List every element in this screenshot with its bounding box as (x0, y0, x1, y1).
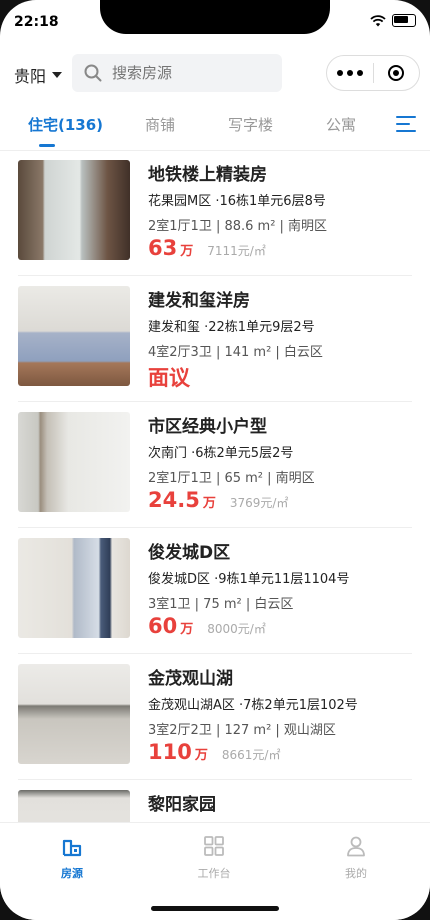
listing-specs: 3室2厅2卫 | 127 m² | 观山湖区 (148, 723, 336, 738)
notch (100, 0, 330, 34)
tab-residential[interactable]: 住宅(136) (28, 114, 103, 135)
tab-shop[interactable]: 商铺 (145, 114, 175, 135)
price-value: 24.5 (148, 488, 200, 512)
miniprogram-capsule (326, 55, 420, 91)
listing-photo (18, 664, 130, 764)
city-label: 贵阳 (14, 67, 47, 86)
listing-item[interactable]: 黎阳家园 (0, 780, 430, 822)
price-unit: 万 (194, 748, 208, 763)
listing-photo (18, 790, 130, 822)
listing-price: 24.5 万 3769元/㎡ (148, 488, 288, 512)
listing-price: 63 万 7111元/㎡ (148, 236, 266, 260)
listing-title: 市区经典小户型 (148, 417, 267, 437)
price-value: 60 (148, 614, 178, 638)
tab-office[interactable]: 写字楼 (228, 114, 273, 135)
price-value: 面议 (148, 366, 190, 390)
listing-photo (18, 538, 130, 638)
house-icon (62, 839, 82, 857)
listing-address: 次南门 ·6栋2单元5层2号 (148, 446, 294, 461)
close-miniprogram-icon[interactable] (373, 65, 419, 81)
status-bar: 22:18 (0, 0, 430, 44)
price-per-sqm: 8000元/㎡ (207, 622, 266, 636)
listing-list: 地铁楼上精装房 花果园M区 ·16栋1单元6层8号 2室1厅1卫 | 88.6 … (0, 150, 430, 822)
listing-address: 金茂观山湖A区 ·7栋2单元1层102号 (148, 698, 358, 713)
search-icon (84, 64, 102, 82)
listing-address: 花果园M区 ·16栋1单元6层8号 (148, 194, 326, 209)
listing-title: 金茂观山湖 (148, 669, 233, 689)
listing-item[interactable]: 俊发城D区 俊发城D区 ·9栋1单元11层1104号 3室1卫 | 75 m² … (0, 528, 430, 654)
active-tab-indicator (39, 144, 55, 147)
home-indicator[interactable] (151, 906, 279, 911)
listing-item[interactable]: 市区经典小户型 次南门 ·6栋2单元5层2号 2室1厅1卫 | 65 m² | … (0, 402, 430, 528)
listing-title: 黎阳家园 (148, 795, 216, 815)
menu-icon[interactable] (396, 116, 416, 134)
tab-apartment[interactable]: 公寓 (326, 114, 356, 135)
listing-price: 110 万 8661元/㎡ (148, 740, 280, 764)
listing-specs: 4室2厅3卫 | 141 m² | 白云区 (148, 345, 323, 360)
more-icon[interactable] (327, 70, 373, 76)
listing-title: 地铁楼上精装房 (148, 165, 267, 185)
listing-photo (18, 160, 130, 260)
status-time: 22:18 (14, 14, 59, 30)
grid-icon (204, 836, 224, 856)
tabbar-workbench[interactable]: 工作台 (184, 835, 244, 881)
wifi-icon (370, 14, 386, 26)
listing-specs: 2室1厅1卫 | 88.6 m² | 南明区 (148, 219, 328, 234)
price-unit: 万 (180, 622, 194, 637)
listing-title: 建发和玺洋房 (148, 291, 250, 311)
search-bar[interactable] (72, 54, 282, 92)
tabbar-label: 工作台 (197, 867, 231, 880)
listing-specs: 2室1厅1卫 | 65 m² | 南明区 (148, 471, 315, 486)
tabbar-mine[interactable]: 我的 (326, 835, 386, 881)
tabbar-listings[interactable]: 房源 (42, 835, 102, 881)
listing-address: 俊发城D区 ·9栋1单元11层1104号 (148, 572, 350, 587)
price-value: 110 (148, 740, 192, 764)
search-input[interactable] (110, 63, 274, 83)
battery-icon (392, 14, 416, 27)
listing-item[interactable]: 地铁楼上精装房 花果园M区 ·16栋1单元6层8号 2室1厅1卫 | 88.6 … (0, 150, 430, 276)
caret-down-icon (52, 72, 63, 78)
listing-specs: 3室1卫 | 75 m² | 白云区 (148, 597, 294, 612)
listing-price: 面议 (148, 362, 207, 392)
listing-address: 建发和玺 ·22栋1单元9层2号 (148, 320, 315, 335)
listing-item[interactable]: 建发和玺洋房 建发和玺 ·22栋1单元9层2号 4室2厅3卫 | 141 m² … (0, 276, 430, 402)
top-bar: 贵阳 (0, 44, 430, 104)
phone-screen: 22:18 贵阳 住宅(136) (0, 0, 430, 920)
listing-photo (18, 412, 130, 512)
price-unit: 万 (202, 496, 216, 511)
listing-photo (18, 286, 130, 386)
tabbar-label: 我的 (345, 867, 367, 880)
status-icons (370, 14, 416, 27)
listing-title: 俊发城D区 (148, 543, 231, 563)
price-per-sqm: 3769元/㎡ (229, 496, 289, 510)
listing-item[interactable]: 金茂观山湖 金茂观山湖A区 ·7栋2单元1层102号 3室2厅2卫 | 127 … (0, 654, 430, 780)
price-per-sqm: 7111元/㎡ (207, 244, 266, 258)
city-selector[interactable]: 贵阳 (14, 63, 63, 87)
listing-price: 60 万 8000元/㎡ (148, 614, 266, 638)
tabbar-label: 房源 (61, 867, 83, 880)
category-tabs: 住宅(136) 商铺 写字楼 公寓 (0, 104, 430, 151)
price-unit: 万 (180, 244, 194, 259)
price-value: 63 (148, 236, 178, 260)
person-icon (347, 836, 365, 857)
price-per-sqm: 8661元/㎡ (221, 748, 281, 762)
